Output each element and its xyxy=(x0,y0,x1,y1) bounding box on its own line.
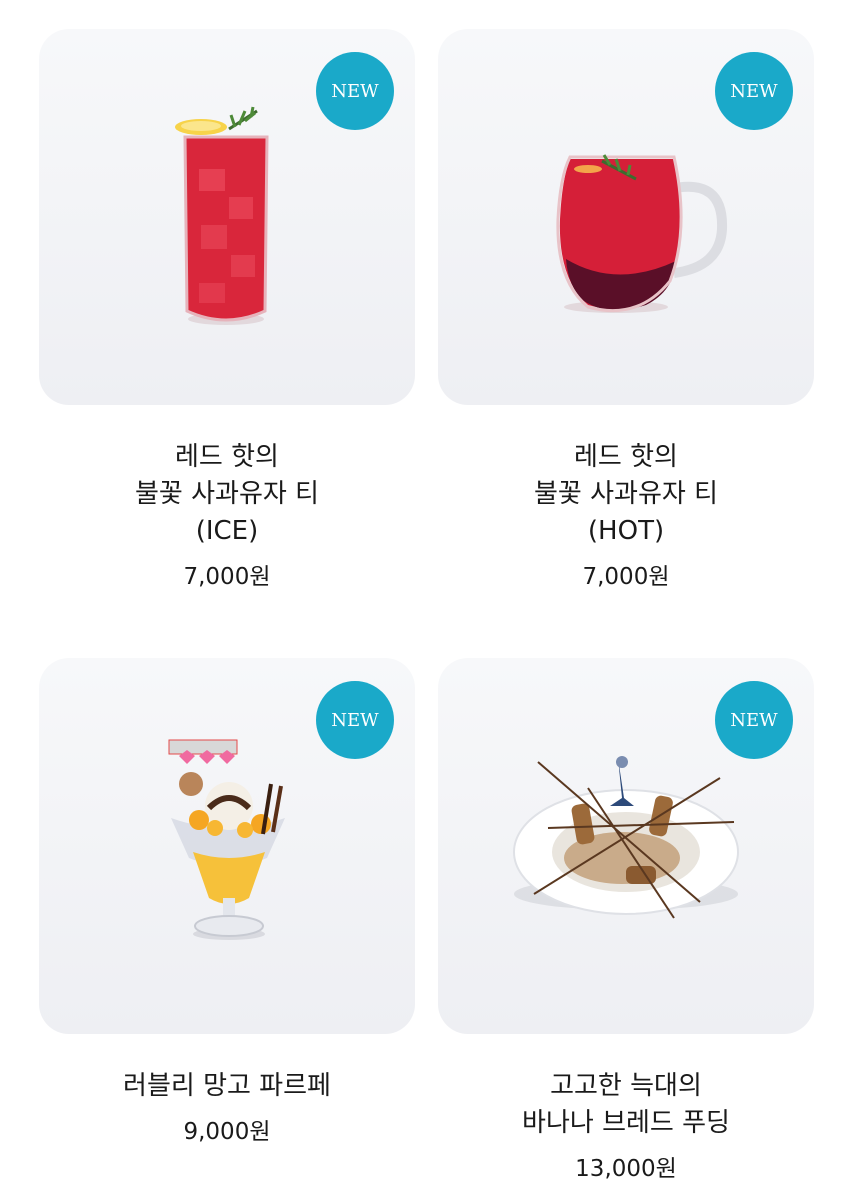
product-name-line: 불꽃 사과유자 티 xyxy=(534,479,718,509)
product-image-frame[interactable]: NEW xyxy=(438,29,814,405)
product-price: 7,000원 xyxy=(183,564,271,590)
product-name-line: 러블리 망고 파르페 xyxy=(123,1071,331,1101)
new-badge: NEW xyxy=(316,681,394,759)
product-name[interactable]: 레드 핫의 불꽃 사과유자 티 (HOT) xyxy=(438,439,814,550)
product-name-line: 고고한 늑대의 xyxy=(550,1071,702,1101)
product-name-line: 바나나 브레드 푸딩 xyxy=(522,1108,730,1138)
product-name-line: (HOT) xyxy=(587,516,665,546)
product-name-line: (ICE) xyxy=(195,516,259,546)
product-price: 13,000원 xyxy=(575,1156,677,1182)
product-name[interactable]: 러블리 망고 파르페 xyxy=(39,1068,415,1105)
product-card-ice-tea[interactable]: NEW 레드 핫의 불꽃 사과유자 티 (ICE) 7,000원 xyxy=(39,29,415,592)
product-image-frame[interactable]: NEW xyxy=(39,29,415,405)
new-badge: NEW xyxy=(715,681,793,759)
product-price: 9,000원 xyxy=(183,1119,271,1145)
product-card-mango-parfait[interactable]: NEW 러블리 망고 파르페 9,000원 xyxy=(39,658,415,1147)
product-image-frame[interactable]: NEW xyxy=(438,658,814,1034)
product-name[interactable]: 레드 핫의 불꽃 사과유자 티 (ICE) xyxy=(39,439,415,550)
product-card-hot-tea[interactable]: NEW 레드 핫의 불꽃 사과유자 티 (HOT) 7,000원 xyxy=(438,29,814,592)
product-image-frame[interactable]: NEW xyxy=(39,658,415,1034)
product-price: 7,000원 xyxy=(582,564,670,590)
product-name[interactable]: 고고한 늑대의 바나나 브레드 푸딩 xyxy=(438,1068,814,1142)
new-badge: NEW xyxy=(316,52,394,130)
product-name-line: 불꽃 사과유자 티 xyxy=(135,479,319,509)
product-card-banana-pudding[interactable]: NEW 고고한 늑대의 바나나 브레드 푸딩 13,000원 xyxy=(438,658,814,1184)
new-badge: NEW xyxy=(715,52,793,130)
product-name-line: 레드 핫의 xyxy=(175,442,279,472)
product-name-line: 레드 핫의 xyxy=(574,442,678,472)
